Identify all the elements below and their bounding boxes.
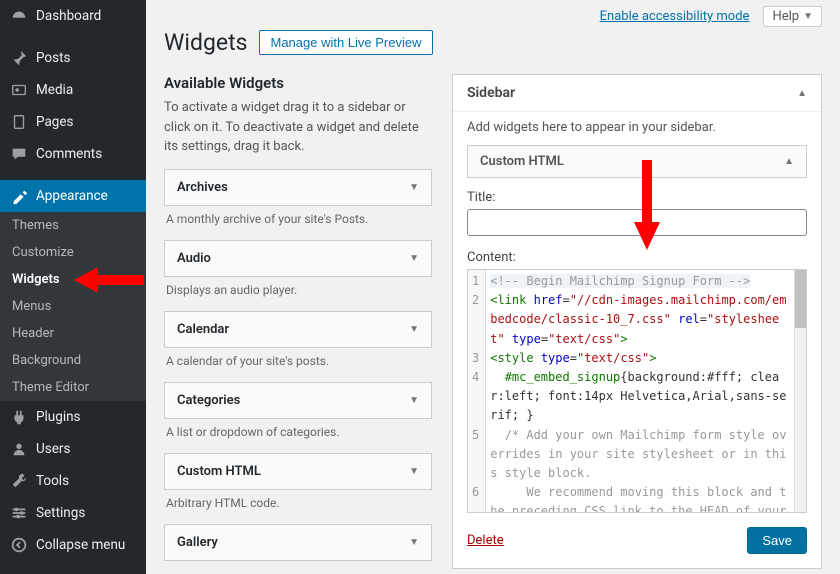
- submenu-header[interactable]: Header: [0, 320, 146, 347]
- appearance-submenu: Themes Customize Widgets Menus Header Ba…: [0, 212, 146, 401]
- sidebar-item-collapse[interactable]: Collapse menu: [0, 529, 146, 561]
- chevron-down-icon: ▼: [409, 395, 419, 406]
- chevron-down-icon: ▼: [803, 11, 813, 22]
- sidebar-item-appearance[interactable]: Appearance: [0, 180, 146, 212]
- widget-categories-desc: A list or dropdown of categories.: [164, 425, 432, 439]
- chevron-up-icon: ▲: [784, 156, 794, 167]
- submenu-theme-editor[interactable]: Theme Editor: [0, 374, 146, 401]
- placed-widget-header[interactable]: Custom HTML▲: [467, 145, 807, 178]
- sidebar-area-header[interactable]: Sidebar▲: [453, 75, 821, 112]
- media-icon: [10, 81, 28, 99]
- plugins-icon: [10, 408, 28, 426]
- screen-options-bar: Enable accessibility mode Help▼: [164, 0, 822, 27]
- manage-live-preview-button[interactable]: Manage with Live Preview: [259, 30, 432, 55]
- tools-icon: [10, 472, 28, 490]
- main-content: Enable accessibility mode Help▼ Widgets …: [146, 0, 840, 574]
- widget-gallery[interactable]: Gallery▼: [164, 524, 432, 561]
- title-label: Title:: [467, 190, 807, 205]
- widget-audio[interactable]: Audio▼: [164, 240, 432, 277]
- sidebar-item-dashboard[interactable]: Dashboard: [0, 0, 146, 32]
- chevron-down-icon: ▼: [409, 537, 419, 548]
- widget-audio-desc: Displays an audio player.: [164, 283, 432, 297]
- sidebar-label: Pages: [36, 114, 74, 130]
- sidebar-label: Settings: [36, 505, 85, 521]
- sidebar-area-desc: Add widgets here to appear in your sideb…: [467, 120, 807, 135]
- sidebar-item-plugins[interactable]: Plugins: [0, 401, 146, 433]
- sidebar-item-media[interactable]: Media: [0, 74, 146, 106]
- sidebar-label: Plugins: [36, 409, 81, 425]
- chevron-up-icon: ▲: [797, 88, 807, 99]
- sidebar-label: Posts: [36, 50, 70, 66]
- sidebar-label: Users: [36, 441, 70, 457]
- submenu-background[interactable]: Background: [0, 347, 146, 374]
- available-widgets-desc: To activate a widget drag it to a sideba…: [164, 98, 432, 157]
- widget-title-input[interactable]: [467, 209, 807, 236]
- code-scrollbar[interactable]: [794, 270, 806, 512]
- widget-custom-html[interactable]: Custom HTML▼: [164, 453, 432, 490]
- code-gutter: 12345678: [468, 270, 486, 512]
- admin-sidebar: Dashboard Posts Media Pages Comments App…: [0, 0, 146, 574]
- widget-custom-html-desc: Arbitrary HTML code.: [164, 496, 432, 510]
- appearance-icon: [10, 187, 28, 205]
- widget-archives[interactable]: Archives▼: [164, 169, 432, 206]
- submenu-themes[interactable]: Themes: [0, 212, 146, 239]
- save-widget-button[interactable]: Save: [747, 527, 807, 554]
- pages-icon: [10, 113, 28, 131]
- available-widgets-column: Available Widgets To activate a widget d…: [164, 74, 432, 574]
- sidebar-item-settings[interactable]: Settings: [0, 497, 146, 529]
- content-code-editor[interactable]: 12345678 <!-- Begin Mailchimp Signup For…: [467, 269, 807, 513]
- chevron-down-icon: ▼: [409, 466, 419, 477]
- submenu-widgets[interactable]: Widgets: [0, 266, 146, 293]
- chevron-down-icon: ▼: [409, 253, 419, 264]
- content-label: Content:: [467, 250, 807, 265]
- accessibility-link[interactable]: Enable accessibility mode: [600, 9, 750, 24]
- sidebar-item-pages[interactable]: Pages: [0, 106, 146, 138]
- chevron-down-icon: ▼: [409, 182, 419, 193]
- help-button[interactable]: Help▼: [763, 6, 822, 27]
- chevron-down-icon: ▼: [409, 324, 419, 335]
- dashboard-icon: [10, 7, 28, 25]
- sidebar-label: Comments: [36, 146, 102, 162]
- sidebar-area-panel: Sidebar▲ Add widgets here to appear in y…: [452, 74, 822, 569]
- widget-calendar-desc: A calendar of your site's posts.: [164, 354, 432, 368]
- submenu-customize[interactable]: Customize: [0, 239, 146, 266]
- submenu-menus[interactable]: Menus: [0, 293, 146, 320]
- users-icon: [10, 440, 28, 458]
- widget-calendar[interactable]: Calendar▼: [164, 311, 432, 348]
- delete-widget-link[interactable]: Delete: [467, 533, 504, 548]
- available-widgets-heading: Available Widgets: [164, 74, 432, 92]
- sidebar-item-users[interactable]: Users: [0, 433, 146, 465]
- sidebar-area-column: Sidebar▲ Add widgets here to appear in y…: [452, 74, 822, 574]
- sidebar-label: Tools: [36, 473, 69, 489]
- comments-icon: [10, 145, 28, 163]
- code-textarea[interactable]: <!-- Begin Mailchimp Signup Form --> <li…: [486, 270, 794, 512]
- widget-archives-desc: A monthly archive of your site's Posts.: [164, 212, 432, 226]
- settings-icon: [10, 504, 28, 522]
- pin-icon: [10, 49, 28, 67]
- sidebar-label: Dashboard: [36, 8, 101, 24]
- sidebar-label: Appearance: [36, 188, 108, 204]
- collapse-icon: [10, 536, 28, 554]
- sidebar-label: Media: [36, 82, 73, 98]
- page-title: Widgets: [164, 29, 247, 56]
- sidebar-label: Collapse menu: [36, 537, 125, 553]
- widget-categories[interactable]: Categories▼: [164, 382, 432, 419]
- sidebar-item-tools[interactable]: Tools: [0, 465, 146, 497]
- sidebar-item-posts[interactable]: Posts: [0, 42, 146, 74]
- sidebar-item-comments[interactable]: Comments: [0, 138, 146, 170]
